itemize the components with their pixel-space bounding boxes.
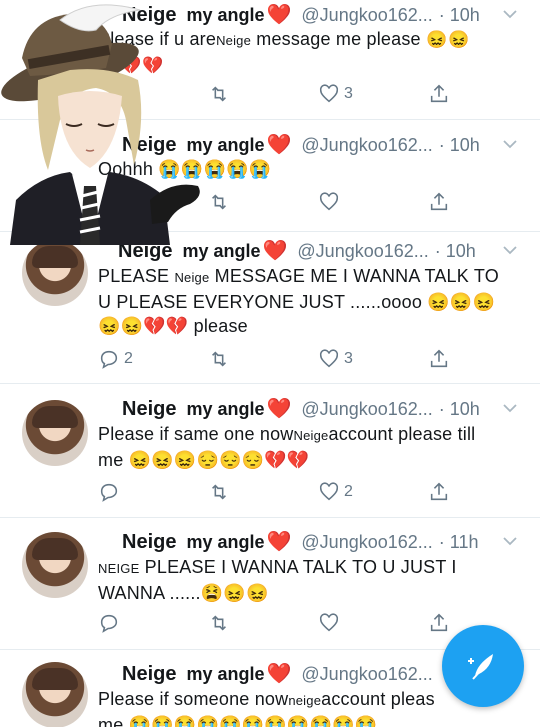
avatar[interactable]: [22, 400, 88, 466]
heart-emoji: ❤️: [266, 134, 292, 156]
display-name[interactable]: Neige: [122, 398, 176, 421]
tweet-header: Neige my angle ❤️ @Jungkoo162... · 10h: [122, 396, 480, 424]
heart-outline-icon: [319, 349, 339, 368]
tweet-header: Neige my angle ❤️ @Jungkoo162...: [122, 661, 433, 689]
share-icon: [430, 84, 448, 103]
user-handle[interactable]: @Jungkoo162...: [301, 399, 432, 420]
heart-outline-icon: [319, 482, 339, 501]
share-button[interactable]: [428, 83, 468, 105]
reply-count: 2: [124, 350, 133, 367]
retweet-button[interactable]: [208, 481, 248, 503]
like-button[interactable]: 3: [318, 83, 358, 105]
chevron-down-icon[interactable]: [502, 136, 518, 152]
heart-outline-icon: [319, 84, 339, 103]
reply-button[interactable]: 2: [98, 348, 138, 370]
retweet-button[interactable]: [208, 191, 248, 213]
compose-feather-icon: [468, 654, 493, 680]
reply-button[interactable]: [98, 612, 138, 634]
tweet[interactable]: Neige my angle ❤️ @Jungkoo162... · 10h P…: [0, 232, 540, 384]
reply-icon: [100, 614, 118, 633]
like-count: 3: [344, 350, 353, 367]
timestamp[interactable]: · 10h: [439, 135, 480, 156]
timestamp[interactable]: · 11h: [439, 532, 479, 553]
like-button[interactable]: [318, 612, 358, 634]
retweet-icon: [212, 86, 226, 102]
share-icon: [430, 192, 448, 211]
user-handle[interactable]: @Jungkoo162...: [301, 532, 432, 553]
chevron-down-icon[interactable]: [502, 533, 518, 549]
timestamp[interactable]: · 10h: [435, 241, 476, 262]
share-button[interactable]: [428, 481, 468, 503]
heart-outline-icon: [319, 613, 339, 632]
compose-button[interactable]: [442, 625, 524, 707]
heart-emoji: ❤️: [266, 663, 292, 685]
tweet-actions: 2: [98, 480, 468, 504]
tweet-text: NEIGE PLEASE I WANNA TALK TO U JUST I WA…: [98, 557, 457, 603]
retweet-icon: [212, 615, 226, 631]
reply-icon: [100, 483, 118, 502]
chevron-down-icon[interactable]: [502, 6, 518, 22]
share-button[interactable]: [428, 191, 468, 213]
retweet-button[interactable]: [208, 83, 248, 105]
avatar[interactable]: [22, 662, 88, 727]
heart-emoji: ❤️: [262, 240, 288, 262]
share-icon: [430, 482, 448, 501]
like-button[interactable]: 3: [318, 348, 358, 370]
tweet-actions: [98, 611, 468, 635]
share-icon: [430, 613, 448, 632]
retweet-icon: [212, 194, 226, 210]
user-handle[interactable]: @Jungkoo162...: [301, 5, 432, 26]
heart-emoji: ❤️: [266, 398, 292, 420]
avatar[interactable]: [22, 532, 88, 598]
tweet[interactable]: Neige my angle ❤️ @Jungkoo162... · 11h N…: [0, 518, 540, 650]
share-icon: [430, 349, 448, 368]
retweet-icon: [212, 484, 226, 500]
like-button[interactable]: 2: [318, 481, 358, 503]
tweet[interactable]: Neige my angle ❤️ @Jungkoo162... · 10h P…: [0, 384, 540, 518]
like-button[interactable]: [318, 191, 358, 213]
chevron-down-icon[interactable]: [502, 400, 518, 416]
like-count: 3: [344, 85, 353, 102]
share-button[interactable]: [428, 348, 468, 370]
tweet-text: PLEASE Neige MESSAGE ME I WANNA TALK TO …: [98, 266, 499, 336]
heart-emoji: ❤️: [266, 4, 292, 26]
display-name[interactable]: Neige: [122, 663, 176, 686]
retweet-button[interactable]: [208, 348, 248, 370]
anime-character-sticker: [1, 4, 200, 245]
tweet-header: Neige my angle ❤️ @Jungkoo162... · 11h: [122, 529, 478, 557]
user-handle[interactable]: @Jungkoo162...: [297, 241, 428, 262]
user-handle[interactable]: @Jungkoo162...: [301, 135, 432, 156]
display-name[interactable]: Neige: [122, 531, 176, 554]
heart-outline-icon: [319, 192, 339, 211]
user-handle[interactable]: @Jungkoo162...: [301, 664, 432, 685]
retweet-button[interactable]: [208, 612, 248, 634]
like-count: 2: [344, 483, 353, 500]
heart-emoji: ❤️: [266, 531, 292, 553]
reply-button[interactable]: [98, 481, 138, 503]
reply-icon: [100, 350, 118, 369]
display-name-suffix: my angle: [186, 399, 265, 419]
timestamp[interactable]: · 10h: [439, 399, 480, 420]
display-name-suffix: my angle: [186, 664, 265, 684]
tweet-text: Please if same one nowNeigeaccount pleas…: [98, 424, 476, 470]
timestamp[interactable]: · 10h: [439, 5, 480, 26]
display-name-suffix: my angle: [186, 532, 265, 552]
avatar[interactable]: [22, 240, 88, 306]
chevron-down-icon[interactable]: [502, 242, 518, 258]
tweet-actions: 2 3: [98, 347, 468, 371]
retweet-icon: [212, 351, 226, 367]
